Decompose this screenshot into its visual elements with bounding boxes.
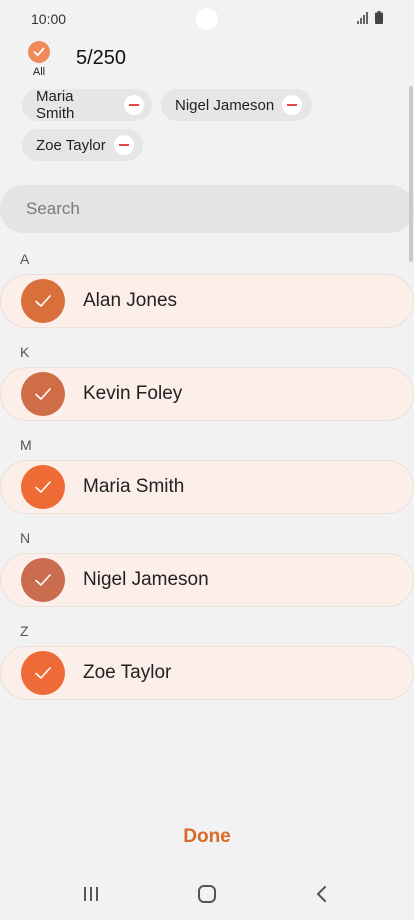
section-header: A <box>20 251 30 267</box>
check-icon <box>21 279 65 323</box>
camera-cutout <box>196 8 218 30</box>
chip-label: Zoe Taylor <box>36 136 106 154</box>
selection-count: 5/250 <box>76 47 127 69</box>
select-all-label: All <box>32 66 46 78</box>
chip-label: Maria Smith <box>36 88 75 122</box>
selected-chip: Maria Smith <box>22 88 152 122</box>
section-header: N <box>20 530 31 546</box>
contact-row[interactable]: Nigel Jameson <box>0 553 414 607</box>
search-placeholder: Search <box>26 199 80 218</box>
search-input[interactable]: Search <box>0 185 414 233</box>
remove-icon[interactable] <box>282 95 303 115</box>
battery-icon <box>375 11 383 24</box>
section-header: K <box>20 344 30 360</box>
navigation-bar <box>0 870 414 920</box>
signal-icon <box>357 12 368 24</box>
contact-name: Alan Jones <box>83 290 178 311</box>
check-icon <box>21 372 65 416</box>
contact-name: Maria Smith <box>83 476 185 497</box>
scrollbar[interactable] <box>409 86 413 262</box>
chip-label: Nigel Jameson <box>175 96 275 114</box>
check-icon <box>28 41 50 63</box>
status-time: 10:00 <box>31 11 67 27</box>
contact-row[interactable]: Zoe Taylor <box>0 646 414 700</box>
recents-icon[interactable] <box>82 884 100 904</box>
remove-icon[interactable] <box>113 135 134 155</box>
status-bar: 10:00 <box>0 0 414 38</box>
contact-row[interactable]: Maria Smith <box>0 460 414 514</box>
contact-name: Kevin Foley <box>83 383 183 404</box>
check-icon <box>21 465 65 509</box>
contact-row[interactable]: Alan Jones <box>0 274 414 328</box>
check-icon <box>21 651 65 695</box>
contact-name: Zoe Taylor <box>83 662 172 683</box>
home-icon[interactable] <box>197 884 217 904</box>
section-header: M <box>20 437 32 453</box>
remove-icon[interactable] <box>124 95 144 115</box>
contact-name: Nigel Jameson <box>83 569 209 590</box>
selected-chip: Nigel Jameson <box>161 89 312 121</box>
select-all-checkbox[interactable]: All <box>24 40 54 78</box>
back-icon[interactable] <box>314 884 330 904</box>
done-button[interactable]: Done <box>0 826 414 848</box>
check-icon <box>21 558 65 602</box>
contact-row[interactable]: Kevin Foley <box>0 367 414 421</box>
selected-chip: Zoe Taylor <box>22 129 143 161</box>
section-header: Z <box>20 623 29 639</box>
